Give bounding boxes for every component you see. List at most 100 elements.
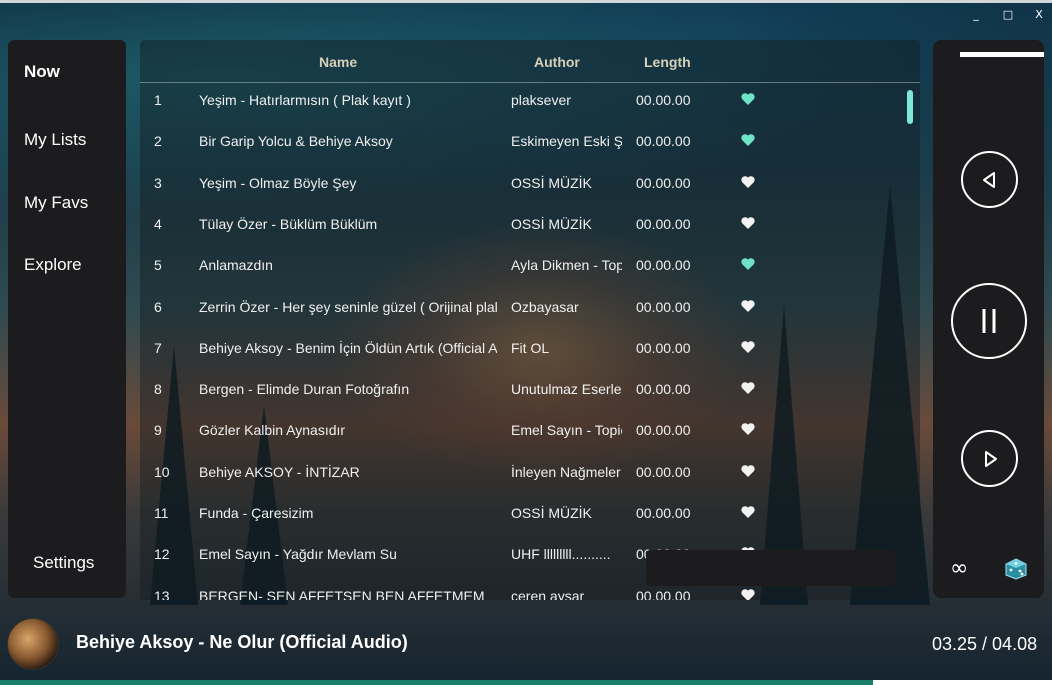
sidebar-item-my-favs[interactable]: My Favs [24,193,88,213]
now-playing-time: 03.25 / 04.08 [932,634,1038,654]
track-author: Ozbayasar [511,298,579,315]
heart-icon[interactable] [740,421,756,437]
sidebar-item-settings[interactable]: Settings [33,553,94,573]
previous-button[interactable] [961,151,1018,208]
table-row[interactable]: 7 Behiye Aksoy - Benim İçin Öldün Artık (… [140,328,920,369]
volume-bar[interactable] [960,52,1044,57]
track-author: ceren aysar [511,587,585,600]
track-number: 3 [154,174,162,191]
column-header-name[interactable]: Name [319,54,357,70]
heart-icon[interactable] [740,174,756,190]
album-art [7,618,59,670]
table-row[interactable]: 10 Behiye AKSOY - İNTİZAR İnleyen Nağmeler… [140,452,920,493]
overlay-popup [646,550,896,586]
prev-icon [982,171,995,188]
track-name: Gözler Kalbin Aynasıdır [199,422,346,439]
close-button[interactable]: X [1031,8,1047,21]
heart-icon[interactable] [740,587,756,600]
track-author: OSSİ MÜZİK [511,215,592,232]
table-row[interactable]: 6 Zerrin Özer - Her şey seninle güzel ( O… [140,287,920,328]
track-name: Emel Sayın - Yağdır Mevlam Su [199,546,397,563]
track-list-panel: Name Author Length 1 Yeşim - Hatırlarmısı… [140,40,920,600]
pause-button[interactable] [951,283,1027,359]
track-length: 00.00.00 [636,505,691,521]
track-number: 4 [154,215,162,232]
column-header-length[interactable]: Length [644,54,691,70]
track-author: OSSİ MÜZİK [511,174,592,191]
progress-fill [0,680,874,685]
track-author: Eskimeyen Eski Şarkılar [511,133,622,150]
column-header-author[interactable]: Author [534,54,580,70]
table-row[interactable]: 4 Tülay Özer - Büklüm Büklüm OSSİ MÜZİK 00.… [140,204,920,245]
now-playing-bar: Behiye Aksoy - Ne Olur (Official Audio) … [0,606,1052,685]
title-bar: _ □ X [0,0,1052,32]
table-row[interactable]: 2 Bir Garip Yolcu & Behiye Aksoy Eskimeyen… [140,121,920,162]
track-table-header: Name Author Length [140,40,920,83]
table-row[interactable]: 3 Yeşim - Olmaz Böyle Şey OSSİ MÜZİK 00.00.… [140,163,920,204]
sidebar-item-my-lists[interactable]: My Lists [24,130,86,150]
track-name: Yeşim - Olmaz Böyle Şey [199,174,357,191]
track-author: plaksever [511,92,571,108]
track-length: 00.00.00 [636,174,691,191]
sidebar-item-now[interactable]: Now [24,62,60,82]
sidebar-item-explore[interactable]: Explore [24,255,82,275]
progress-track[interactable] [0,680,1052,685]
track-name: Anlamazdın [199,257,273,274]
heart-icon[interactable] [740,339,756,355]
heart-icon[interactable] [740,91,756,107]
table-row[interactable]: 5 Anlamazdın Ayla Dikmen - Topic 00.00.00 [140,245,920,286]
track-number: 2 [154,133,162,150]
track-number: 12 [154,546,170,563]
heart-icon[interactable] [740,504,756,520]
infinity-icon[interactable]: ∞ [950,556,968,581]
track-length: 00.00.00 [636,298,691,315]
track-length: 00.00.00 [636,133,691,150]
track-number: 8 [154,381,162,398]
sidebar: Now My Lists My Favs Explore Settings [8,40,126,598]
track-name: Bir Garip Yolcu & Behiye Aksoy [199,133,393,150]
track-name: Tülay Özer - Büklüm Büklüm [199,215,378,232]
next-icon [984,450,997,467]
heart-icon[interactable] [740,132,756,148]
track-author: Unutulmaz Eserler [511,381,622,398]
track-name: BERGEN- SEN AFFETSEN BEN AFFETMEM [199,587,485,600]
track-author: UHF lllllllll.......... [511,546,611,563]
heart-icon[interactable] [740,380,756,396]
track-length: 00.00.00 [636,381,691,398]
table-row[interactable]: 9 Gözler Kalbin Aynasıdır Emel Sayın - Top… [140,410,920,451]
maximize-button[interactable]: □ [1000,8,1016,21]
track-name: Bergen - Elimde Duran Fotoğrafın [199,381,410,398]
heart-icon[interactable] [740,298,756,314]
track-number: 6 [154,298,162,315]
table-row[interactable]: 1 Yeşim - Hatırlarmısın ( Plak kayıt ) pla… [140,80,920,121]
track-number: 11 [154,505,169,521]
track-length: 00.00.00 [636,257,691,274]
now-playing-title: Behiye Aksoy - Ne Olur (Official Audio) [76,632,408,652]
next-button[interactable] [961,430,1018,487]
scrollbar-thumb[interactable] [907,90,913,124]
track-length: 00.00.00 [636,215,691,232]
player-controls-panel: ∞ [933,40,1044,598]
track-number: 9 [154,422,162,439]
minimize-button[interactable]: _ [968,8,984,21]
track-number: 1 [154,92,162,108]
heart-icon[interactable] [740,463,756,479]
track-length: 00.00.00 [636,92,691,108]
track-name: Yeşim - Hatırlarmısın ( Plak kayıt ) [199,92,411,108]
table-row[interactable]: 8 Bergen - Elimde Duran Fotoğrafın Unutulm… [140,369,920,410]
dice-icon[interactable] [1005,558,1027,580]
track-length: 00.00.00 [636,339,691,356]
heart-icon[interactable] [740,215,756,231]
track-author: Emel Sayın - Topic [511,422,622,439]
track-number: 5 [154,257,162,274]
track-name: Behiye Aksoy - Benim İçin Öldün Artık (O… [199,339,497,356]
track-author: Ayla Dikmen - Topic [511,257,622,274]
table-row[interactable]: 11 Funda - Çaresizim OSSİ MÜZİK 00.00.00 [140,493,920,534]
track-number: 10 [154,463,170,480]
track-length: 00.00.00 [636,422,691,439]
track-author: İnleyen Nağmeler [511,463,621,480]
heart-icon[interactable] [740,256,756,272]
track-name: Zerrin Özer - Her şey seninle güzel ( Or… [199,298,497,315]
pause-icon [982,309,996,333]
track-name: Funda - Çaresizim [199,505,314,521]
